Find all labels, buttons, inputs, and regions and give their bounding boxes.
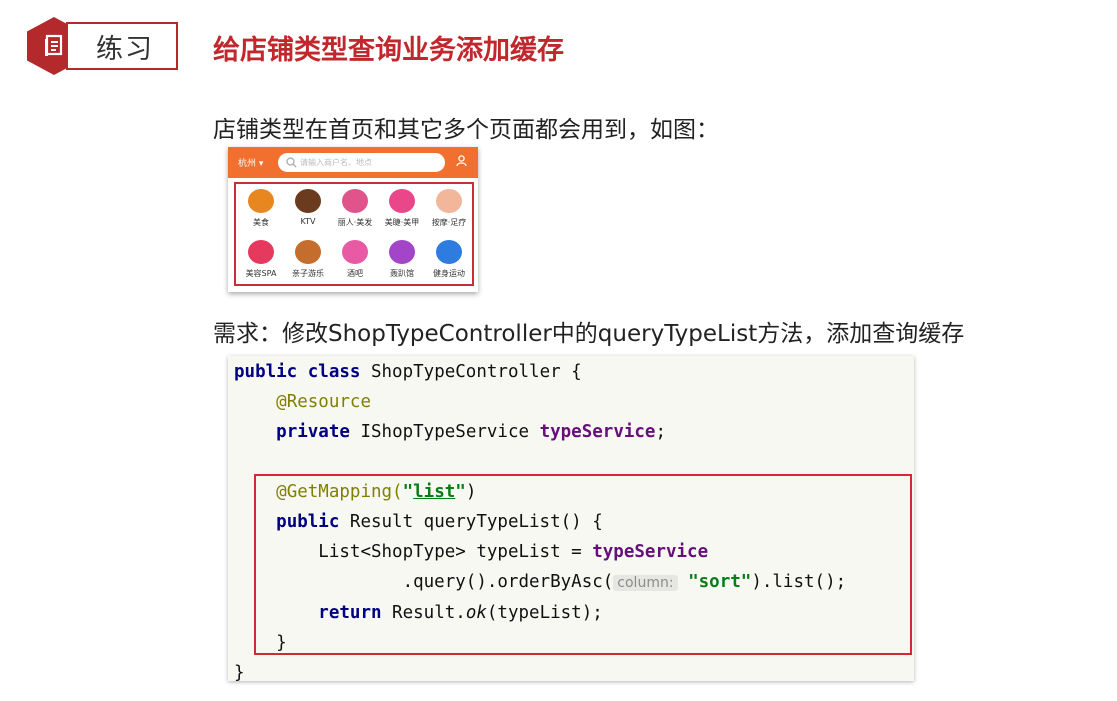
category-icon xyxy=(340,239,370,265)
code-line-3: private IShopTypeService typeService; xyxy=(276,422,666,442)
category-item[interactable]: 轰趴馆 xyxy=(378,239,426,279)
category-icon xyxy=(387,239,417,265)
document-icon xyxy=(45,34,63,56)
category-icon xyxy=(434,239,464,265)
keyword: class xyxy=(307,362,361,382)
category-icon xyxy=(434,188,464,214)
category-item[interactable]: 按摩·足疗 xyxy=(425,188,473,228)
category-label: 美睫·美甲 xyxy=(384,218,420,227)
code-line-11: } xyxy=(234,663,245,683)
category-label: 按摩·足疗 xyxy=(431,218,467,227)
category-icon xyxy=(293,239,323,265)
search-input[interactable]: 请输入商户名、地点 xyxy=(278,153,445,172)
category-label: 丽人·美发 xyxy=(337,218,373,227)
category-item[interactable]: 丽人·美发 xyxy=(331,188,379,228)
keyword: public xyxy=(234,362,298,382)
category-icon xyxy=(340,188,370,214)
category-icon xyxy=(246,188,276,214)
category-grid: 美食 KTV 丽人·美发 美睫·美甲 按摩·足疗美容SPA 亲子游乐 酒吧 轰趴馆 健身运动 xyxy=(234,182,474,286)
category-label: 健身运动 xyxy=(433,269,465,278)
field-name: typeService xyxy=(539,422,656,442)
category-item[interactable]: 亲子游乐 xyxy=(284,239,332,279)
category-item[interactable]: 美食 xyxy=(237,188,285,228)
category-icon xyxy=(293,188,323,214)
keyword: private xyxy=(276,422,350,442)
category-item[interactable]: 美容SPA xyxy=(237,239,285,279)
tag-label: 练习 xyxy=(96,34,154,65)
category-item[interactable]: 健身运动 xyxy=(425,239,473,279)
category-label: 亲子游乐 xyxy=(292,269,324,278)
code-text-segment: IShopTypeService xyxy=(349,422,540,442)
category-label: 酒吧 xyxy=(347,269,363,278)
category-icon xyxy=(246,239,276,265)
user-icon[interactable] xyxy=(456,155,467,167)
requirement-line: 需求：修改ShopTypeController中的queryTypeList方法… xyxy=(213,321,965,347)
app-top-bar: 杭州 ▾ 请输入商户名、地点 xyxy=(228,147,478,178)
category-item[interactable]: 酒吧 xyxy=(331,239,379,279)
code-line-2: @Resource xyxy=(276,392,371,412)
slide-title: 给店铺类型查询业务添加缓存 xyxy=(213,35,564,66)
search-icon xyxy=(286,157,297,168)
code-text-segment: ; xyxy=(655,422,667,442)
highlight-box xyxy=(254,474,912,655)
search-placeholder: 请输入商户名、地点 xyxy=(300,158,372,167)
category-item[interactable]: 美睫·美甲 xyxy=(378,188,426,228)
city-selector[interactable]: 杭州 ▾ xyxy=(238,156,263,169)
category-item[interactable]: KTV xyxy=(284,188,332,226)
category-icon xyxy=(387,188,417,214)
category-label: 美容SPA xyxy=(245,269,277,278)
code-text-segment: ShopTypeController { xyxy=(360,362,582,382)
code-line-1: public class ShopTypeController { xyxy=(234,362,582,382)
description-line: 店铺类型在首页和其它多个页面都会用到，如图： xyxy=(213,117,719,143)
app-screenshot: 杭州 ▾ 请输入商户名、地点 美食 KTV 丽人·美发 美睫·美甲 按摩·足疗美容SPA… xyxy=(228,147,478,292)
category-label: 轰趴馆 xyxy=(390,269,414,278)
category-label: 美食 xyxy=(253,218,269,227)
category-label: KTV xyxy=(300,217,316,226)
